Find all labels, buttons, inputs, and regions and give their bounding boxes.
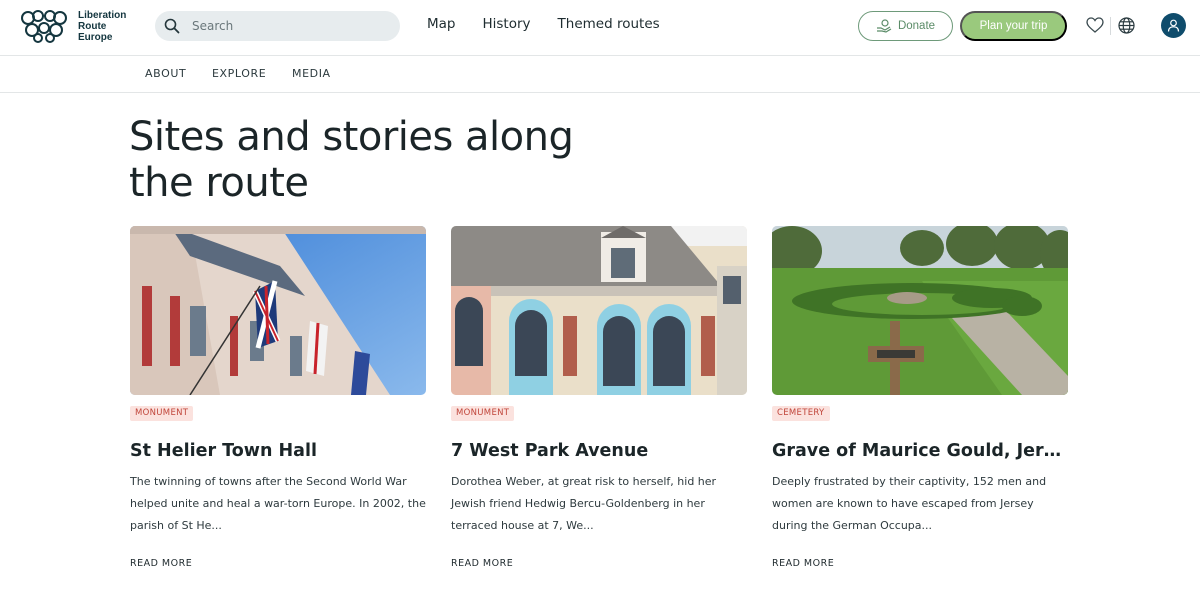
card-description: Deeply frustrated by their captivity, 15…: [772, 475, 1047, 532]
heart-icon[interactable]: [1086, 17, 1104, 34]
header-divider: [1110, 17, 1111, 35]
card-description: Dorothea Weber, at great risk to herself…: [451, 475, 717, 532]
logo-mark-icon: [21, 10, 67, 43]
logo-line-3: Europe: [78, 31, 113, 43]
plan-trip-label: Plan your trip: [979, 20, 1048, 32]
read-more-link[interactable]: READ MORE: [130, 558, 192, 569]
logo-wordmark: Liberation Route Europe: [78, 10, 126, 43]
card-title[interactable]: St Helier Town Hall: [130, 441, 426, 461]
category-badge: MONUMENT: [451, 406, 515, 421]
search-icon[interactable]: [164, 18, 180, 34]
subnav-explore[interactable]: EXPLORE: [212, 67, 266, 80]
user-avatar-button[interactable]: [1161, 13, 1186, 38]
card-image-west-park-avenue[interactable]: [451, 226, 747, 395]
nav-map[interactable]: Map: [427, 16, 456, 32]
globe-icon[interactable]: [1118, 17, 1135, 34]
read-more-link[interactable]: READ MORE: [451, 558, 513, 569]
logo-line-2: Route: [78, 20, 107, 32]
site-card[interactable]: MONUMENT St Helier Town Hall The twinnin…: [130, 226, 426, 569]
sub-nav: ABOUT EXPLORE MEDIA: [0, 56, 1200, 93]
user-icon: [1167, 19, 1180, 32]
category-badge: MONUMENT: [130, 406, 194, 421]
site-card[interactable]: CEMETERY Grave of Maurice Gould, Jersey.…: [772, 226, 1068, 569]
main-nav: Map History Themed routes: [427, 16, 660, 32]
donate-button[interactable]: Donate: [858, 11, 953, 41]
category-badge: CEMETERY: [772, 406, 830, 421]
card-title[interactable]: Grave of Maurice Gould, Jersey...: [772, 441, 1068, 461]
donate-hand-icon: [876, 19, 892, 33]
site-logo[interactable]: Liberation Route Europe: [18, 8, 126, 44]
nav-history[interactable]: History: [483, 16, 531, 32]
subnav-about[interactable]: ABOUT: [145, 67, 186, 80]
nav-themed-routes[interactable]: Themed routes: [558, 16, 660, 32]
site-card[interactable]: MONUMENT 7 West Park Avenue Dorothea Web…: [451, 226, 747, 569]
card-title[interactable]: 7 West Park Avenue: [451, 441, 747, 461]
top-header: Liberation Route Europe Map History Them…: [0, 0, 1200, 56]
card-image-town-hall[interactable]: [130, 226, 426, 395]
card-image-grave[interactable]: [772, 226, 1068, 395]
subnav-media[interactable]: MEDIA: [292, 67, 331, 80]
logo-line-1: Liberation: [78, 9, 127, 21]
read-more-link[interactable]: READ MORE: [772, 558, 834, 569]
search-bar[interactable]: [155, 11, 400, 41]
page-title: Sites and stories along the route: [129, 114, 574, 206]
plan-trip-button[interactable]: Plan your trip: [960, 11, 1067, 41]
card-description: The twinning of towns after the Second W…: [130, 475, 426, 532]
donate-label: Donate: [897, 20, 936, 32]
search-input[interactable]: [192, 19, 372, 33]
